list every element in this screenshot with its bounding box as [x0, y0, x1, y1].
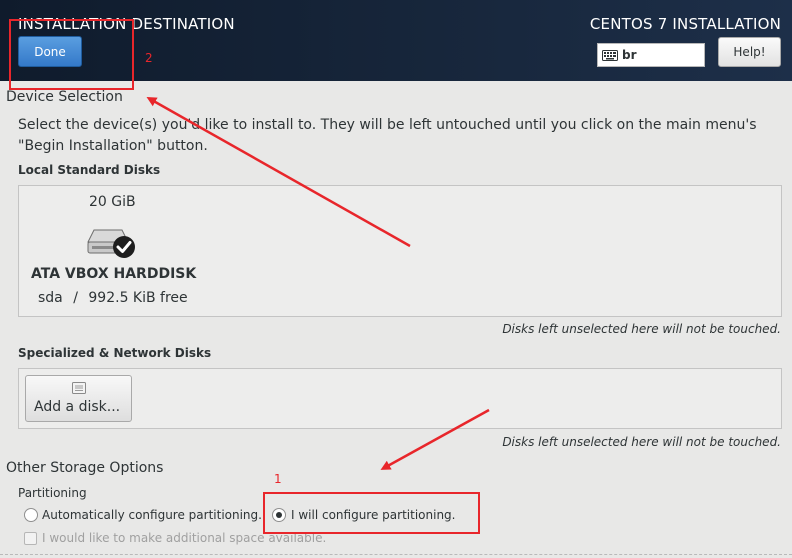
local-disks-note: Disks left unselected here will not be t… — [502, 322, 781, 336]
disk-device: sda — [38, 290, 63, 306]
instruction-text-line2: "Begin Installation" button. — [18, 138, 208, 154]
help-button[interactable]: Help! — [718, 37, 781, 67]
add-disk-button[interactable]: Add a disk... — [25, 375, 132, 422]
product-title: CENTOS 7 INSTALLATION — [589, 15, 781, 33]
keyboard-layout-indicator[interactable]: br — [597, 43, 705, 67]
disk-info-separator: / — [73, 290, 78, 306]
partitioning-heading: Partitioning — [18, 486, 87, 500]
annotation-label-1: 1 — [274, 472, 282, 486]
keyboard-layout-label: br — [622, 48, 637, 62]
manual-partitioning-label[interactable]: I will configure partitioning. — [291, 508, 455, 522]
add-disk-icon — [72, 382, 86, 394]
additional-space-checkbox[interactable] — [24, 532, 37, 545]
header-bar: INSTALLATION DESTINATION CENTOS 7 INSTAL… — [0, 0, 792, 81]
done-button[interactable]: Done — [18, 36, 82, 67]
local-disks-heading: Local Standard Disks — [18, 163, 161, 177]
manual-partitioning-radio[interactable] — [272, 508, 286, 522]
disk-free-space: 992.5 KiB free — [88, 290, 188, 306]
hard-disk-selected-icon — [87, 229, 135, 258]
add-disk-label: Add a disk... — [34, 399, 121, 415]
additional-space-label: I would like to make additional space av… — [42, 531, 327, 545]
specialized-disks-panel — [18, 368, 782, 429]
disk-info: sda / 992.5 KiB free — [38, 290, 188, 306]
other-storage-heading: Other Storage Options — [6, 460, 164, 476]
instruction-text-line1: Select the device(s) you'd like to insta… — [18, 117, 757, 133]
auto-partitioning-label[interactable]: Automatically configure partitioning. — [42, 508, 262, 522]
page-title: INSTALLATION DESTINATION — [18, 15, 235, 33]
specialized-disks-heading: Specialized & Network Disks — [18, 346, 212, 360]
annotation-label-2: 2 — [145, 51, 153, 65]
device-selection-heading: Device Selection — [6, 89, 123, 105]
specialized-disks-note: Disks left unselected here will not be t… — [502, 435, 781, 449]
keyboard-icon — [602, 49, 618, 61]
bottom-divider — [0, 554, 792, 555]
auto-partitioning-radio[interactable] — [24, 508, 38, 522]
disk-model-name: ATA VBOX HARDDISK — [31, 266, 197, 282]
disk-size: 20 GiB — [89, 194, 136, 210]
